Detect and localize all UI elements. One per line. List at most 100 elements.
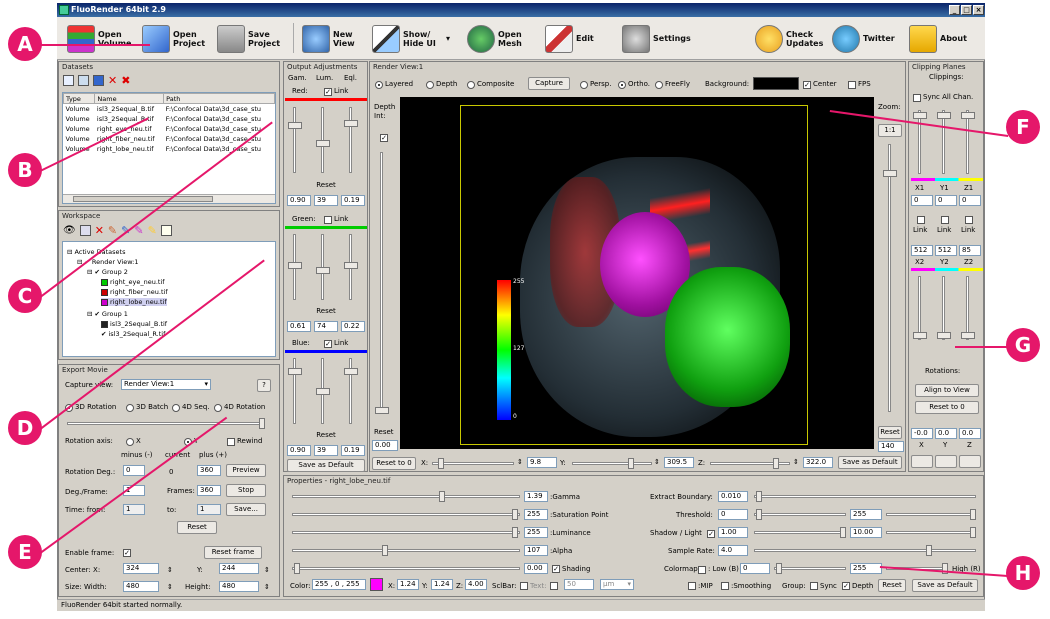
reset-frame-button[interactable]: Reset frame — [204, 546, 262, 559]
spin-icon[interactable]: ⇕ — [264, 583, 270, 591]
z-rotation-field[interactable]: 322.0 — [803, 457, 833, 468]
gamma-field[interactable]: 1.39 — [524, 491, 548, 502]
spin-icon[interactable]: ⇕ — [264, 566, 270, 574]
depth-mode-checkbox[interactable]: ✓ — [842, 582, 850, 590]
check-icon[interactable]: ✔ — [101, 330, 106, 338]
enable-frame-checkbox[interactable]: ✓ — [123, 549, 131, 557]
save-movie-button[interactable]: Save... — [226, 503, 266, 516]
link-z-checkbox[interactable] — [965, 216, 973, 224]
column-type[interactable]: Type — [63, 93, 96, 104]
width-field[interactable]: 480 — [123, 581, 159, 592]
center-checkbox[interactable]: ✓ — [803, 81, 811, 89]
red-gamma-track[interactable] — [293, 107, 296, 173]
rot-z-spin[interactable] — [959, 455, 981, 468]
table-row[interactable]: Volume isl3_2Sequal_B.tif F:\Confocal Data… — [64, 104, 275, 114]
height-field[interactable]: 480 — [219, 581, 259, 592]
shadow-checkbox[interactable]: ✓ — [707, 530, 715, 538]
sample-rate-thumb[interactable] — [926, 545, 932, 556]
extract-boundary-field[interactable]: 0.010 — [718, 491, 748, 502]
x2-thumb[interactable] — [913, 332, 927, 339]
radio-ortho[interactable] — [618, 81, 626, 89]
gamma-thumb[interactable] — [439, 491, 445, 502]
column-path[interactable]: Path — [163, 93, 275, 104]
close-icon[interactable]: × — [973, 5, 984, 15]
colormap-low-thumb[interactable] — [776, 563, 782, 574]
time-from-field[interactable]: 1 — [123, 504, 145, 515]
help-button[interactable]: ? — [257, 379, 271, 392]
maximize-icon[interactable]: □ — [961, 5, 972, 15]
spin-icon[interactable]: ⇕ — [517, 458, 523, 466]
tree-item-right-eye[interactable]: right_eye_neu.tif — [101, 278, 165, 286]
x1-field[interactable]: 0 — [911, 195, 933, 206]
depth-checkbox[interactable]: ✓ — [380, 134, 388, 142]
saturation-track[interactable] — [292, 513, 520, 516]
light-field[interactable]: 10.00 — [850, 527, 882, 538]
radio-persp[interactable] — [580, 81, 588, 89]
threshold-high-track[interactable] — [886, 513, 976, 516]
open-volume-button[interactable]: Open Volume — [67, 20, 138, 57]
radio-axis-x[interactable] — [126, 438, 134, 446]
sync-checkbox[interactable] — [810, 582, 818, 590]
x-rotation-thumb[interactable] — [438, 458, 444, 469]
save-icon[interactable] — [93, 75, 104, 86]
twitter-button[interactable]: Twitter — [832, 20, 895, 57]
light-track[interactable] — [886, 531, 976, 534]
blue-gamma-field[interactable]: 0.90 — [287, 445, 311, 456]
shading-checkbox[interactable]: ✓ — [552, 565, 560, 573]
zoom-slider-track[interactable] — [888, 144, 891, 412]
blue-link-checkbox[interactable]: ✓ — [324, 340, 332, 348]
preview-button[interactable]: Preview — [226, 464, 266, 477]
green-link-checkbox[interactable] — [324, 216, 332, 224]
tree-item-isl3-b[interactable]: isl3_2Sequal_B.tif — [101, 320, 167, 328]
properties-save-default-button[interactable]: Save as Default — [912, 579, 978, 592]
clip-reset-button[interactable]: Reset to 0 — [915, 401, 979, 414]
mip-checkbox[interactable] — [688, 582, 696, 590]
green-equalize-field[interactable]: 0.22 — [341, 321, 365, 332]
shadow-thumb[interactable] — [840, 527, 846, 538]
green-gamma-field[interactable]: 0.61 — [287, 321, 311, 332]
open-mesh-button[interactable]: Open Mesh — [467, 20, 532, 57]
scalebar-text-checkbox[interactable] — [550, 582, 558, 590]
threshold-high-field[interactable]: 255 — [850, 509, 882, 520]
z-rotation-thumb[interactable] — [773, 458, 779, 469]
shading-thumb[interactable] — [294, 563, 300, 574]
rewind-checkbox[interactable] — [227, 438, 235, 446]
tree-item-isl3-r[interactable]: ✔ isl3_2Sequal_R.tif — [101, 330, 165, 338]
z2-track[interactable] — [966, 276, 969, 340]
color-swatch[interactable] — [370, 578, 383, 591]
show-hide-ui-button[interactable]: Show/ Hide UI ▾ — [372, 20, 450, 57]
delete-icon[interactable]: ✕ — [95, 224, 104, 237]
red-luminance-thumb[interactable] — [316, 140, 330, 147]
reset-to-0-button[interactable]: Reset to 0 — [372, 457, 416, 470]
green-gamma-thumb[interactable] — [288, 262, 302, 269]
blue-gamma-thumb[interactable] — [288, 368, 302, 375]
tree-item-group1[interactable]: ⊟ ✔ Group 1 — [87, 310, 128, 318]
colormap-checkbox[interactable] — [698, 566, 706, 574]
edit-button[interactable]: Edit — [545, 20, 594, 57]
luminance-track[interactable] — [292, 531, 520, 534]
threshold-low-track[interactable] — [754, 513, 846, 516]
time-slider-thumb[interactable] — [259, 418, 265, 429]
center-x-field[interactable]: 324 — [123, 563, 159, 574]
sync-all-checkbox[interactable] — [913, 94, 921, 102]
spacing-x-field[interactable]: 1.24 — [397, 579, 419, 590]
scrollbar-thumb[interactable] — [73, 196, 213, 202]
extract-boundary-thumb[interactable] — [756, 491, 762, 502]
shadow-field[interactable]: 1.00 — [718, 527, 748, 538]
add-dataset-icon[interactable] — [63, 75, 74, 86]
smoothing-checkbox[interactable] — [721, 582, 729, 590]
rot-z-field[interactable]: 0.0 — [959, 428, 981, 439]
red-gamma-thumb[interactable] — [288, 122, 302, 129]
link-x-checkbox[interactable] — [917, 216, 925, 224]
colormap-low-track[interactable] — [774, 567, 846, 570]
fps-checkbox[interactable] — [848, 81, 856, 89]
shading-track[interactable] — [292, 567, 520, 570]
chevron-down-icon[interactable]: ▾ — [446, 34, 450, 43]
z2-field[interactable]: 85 — [959, 245, 981, 256]
new-view-button[interactable]: New View — [302, 20, 367, 57]
check-icon[interactable]: ✔ — [94, 310, 99, 318]
z2-thumb[interactable] — [961, 332, 975, 339]
blue-equalize-thumb[interactable] — [344, 368, 358, 375]
red-equalize-thumb[interactable] — [344, 120, 358, 127]
reset-button[interactable]: Reset — [177, 521, 217, 534]
